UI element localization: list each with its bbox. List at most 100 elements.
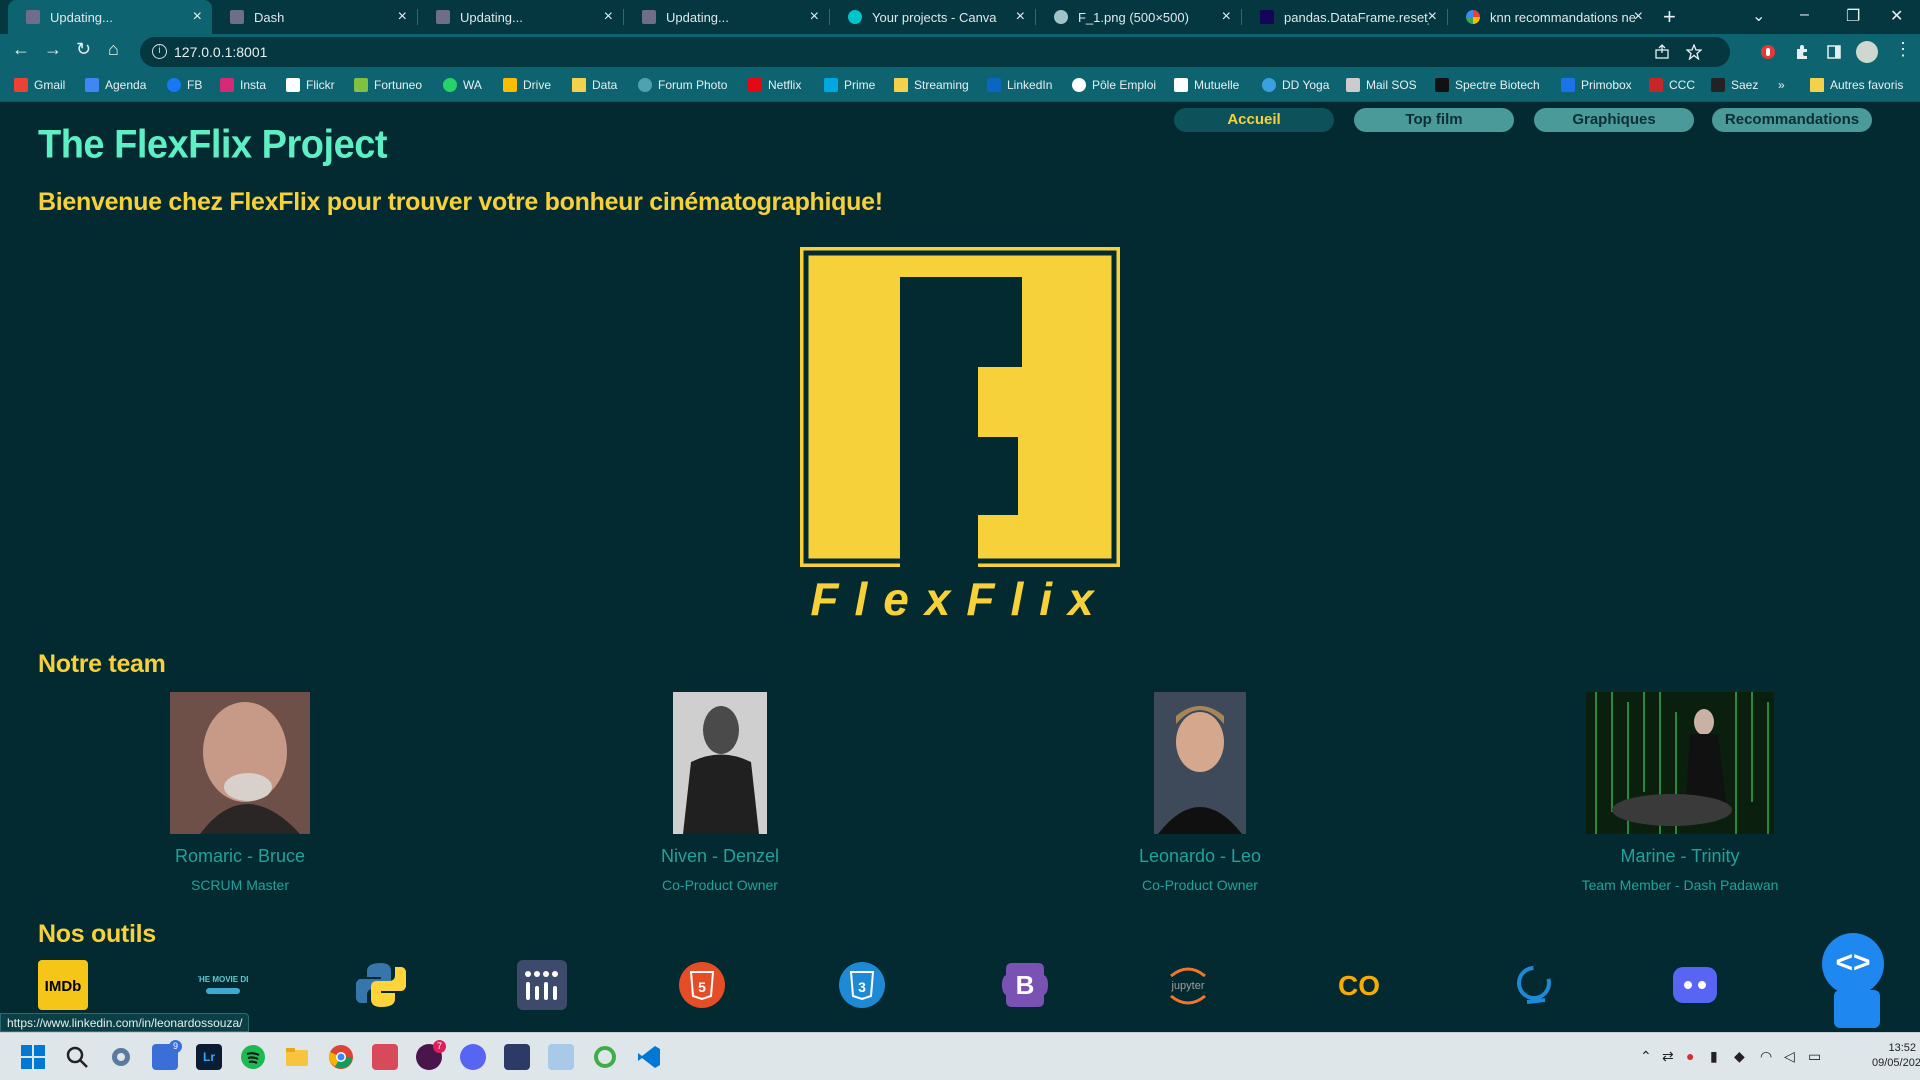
bookmark-data[interactable]: Data (572, 78, 617, 92)
bookmark-mutuelle[interactable]: Mutuelle (1174, 78, 1239, 92)
browser-tab[interactable]: knn recommandations ne × (1448, 0, 1653, 34)
bootstrap-icon[interactable]: B (1000, 960, 1050, 1010)
avatar[interactable] (1856, 41, 1878, 63)
bookmark-pole-emploi[interactable]: Pôle Emploi (1072, 78, 1156, 92)
bookmark-streaming[interactable]: Streaming (894, 78, 969, 92)
wifi-icon[interactable]: ◠ (1760, 1048, 1772, 1065)
taskbar-clock[interactable]: 13:52 09/05/2022 (1872, 1041, 1920, 1071)
vscode-icon[interactable] (636, 1044, 662, 1070)
menu-icon[interactable]: ⋮ (1894, 39, 1912, 60)
bookmark-flickr[interactable]: Flickr (286, 78, 335, 92)
bookmark-forum-photo[interactable]: Forum Photo (638, 78, 727, 92)
browser-tab[interactable]: pandas.DataFrame.reset_in × (1242, 0, 1447, 34)
window-close-icon[interactable]: ✕ (1890, 6, 1903, 26)
reload-icon[interactable]: ↻ (76, 39, 91, 60)
extension-red-icon[interactable] (1760, 44, 1776, 60)
tray-bars-icon[interactable]: ▮ (1710, 1048, 1718, 1065)
sql-icon[interactable] (504, 1044, 530, 1070)
search-icon[interactable] (64, 1044, 90, 1070)
nav-accueil[interactable]: Accueil (1174, 108, 1334, 132)
plotly-icon[interactable] (517, 960, 567, 1010)
css3-icon[interactable]: 3 (837, 960, 887, 1010)
bookmark-insta[interactable]: Insta (220, 78, 266, 92)
bookmark-wa[interactable]: WA (443, 78, 482, 92)
close-icon[interactable]: × (193, 8, 202, 26)
tray-dropbox-icon[interactable]: ◆ (1734, 1048, 1745, 1065)
browser-tab[interactable]: Updating... × (624, 0, 829, 34)
bookmark-fortuneo[interactable]: Fortuneo (354, 78, 422, 92)
imdb-icon[interactable]: IMDb (38, 960, 88, 1010)
home-icon[interactable]: ⌂ (108, 39, 119, 60)
snowflake-icon[interactable] (548, 1044, 574, 1070)
minimize-icon[interactable]: – (1800, 6, 1809, 24)
sidepanel-icon[interactable] (1826, 44, 1842, 60)
forward-icon[interactable]: → (44, 39, 62, 60)
browser-tab[interactable]: F_1.png (500×500) × (1036, 0, 1241, 34)
close-icon[interactable]: × (1016, 8, 1025, 26)
tmdb-icon[interactable]: THE MOVIE DB (198, 960, 248, 1010)
bookmark-spectre-biotech[interactable]: Spectre Biotech (1435, 78, 1540, 92)
info-icon[interactable]: i (152, 44, 167, 59)
bookmark-other-favorites[interactable]: Autres favoris (1810, 78, 1903, 92)
bookmark-drive[interactable]: Drive (503, 78, 551, 92)
browser-tab[interactable]: Your projects - Canva × (830, 0, 1035, 34)
tray-chevron-icon[interactable]: ⌃ (1640, 1048, 1652, 1065)
battery-icon[interactable]: ▭ (1808, 1048, 1821, 1065)
python-icon[interactable] (356, 960, 406, 1010)
bookmark-ccc[interactable]: CCC (1649, 78, 1695, 92)
address-bar[interactable]: i 127.0.0.1:8001 (140, 37, 1730, 67)
nav-top-film[interactable]: Top film (1354, 108, 1514, 132)
file-explorer-icon[interactable] (284, 1044, 310, 1070)
share-icon[interactable] (1654, 44, 1670, 60)
browser-tab[interactable]: Dash × (212, 0, 417, 34)
browser-tab[interactable]: Updating... × (8, 0, 212, 34)
bookmark-mail-sos[interactable]: Mail SOS (1346, 78, 1417, 92)
nav-recommandations[interactable]: Recommandations (1712, 108, 1872, 132)
app-green-ring-icon[interactable] (592, 1044, 618, 1070)
discord-icon[interactable] (1670, 960, 1720, 1010)
bookmark-agenda[interactable]: Agenda (85, 78, 146, 92)
chrome-icon[interactable] (328, 1044, 354, 1070)
close-icon[interactable]: × (1428, 8, 1437, 26)
back-icon[interactable]: ← (12, 39, 30, 60)
slack-icon[interactable]: 7 (416, 1040, 446, 1070)
app-red-icon[interactable] (372, 1044, 398, 1070)
tab-search-icon[interactable]: ⌄ (1752, 6, 1765, 26)
close-icon[interactable]: × (810, 8, 819, 26)
tray-sync-icon[interactable]: ⇄ (1662, 1048, 1674, 1065)
close-icon[interactable]: × (604, 8, 613, 26)
settings-icon[interactable] (108, 1044, 134, 1070)
nav-graphiques[interactable]: Graphiques (1534, 108, 1694, 132)
html5-icon[interactable]: 5 (677, 960, 727, 1010)
bookmark-saez[interactable]: Saez (1711, 78, 1758, 92)
bookmark-netflix[interactable]: Netflix (748, 78, 801, 92)
volume-icon[interactable]: ◁ (1784, 1048, 1795, 1065)
bookmark-fb[interactable]: FB (167, 78, 202, 92)
windows-taskbar: 9 Lr 7 ⌃ ⇄ ● ▮ ◆ ◠ ◁ ▭ 13:52 09/05/2022 (0, 1032, 1920, 1080)
colab-icon[interactable]: CO (1334, 960, 1384, 1010)
bookmark-gmail[interactable]: Gmail (14, 78, 65, 92)
teams-icon[interactable]: 9 (152, 1040, 182, 1070)
close-icon[interactable]: × (398, 8, 407, 26)
bookmark-linkedin[interactable]: LinkedIn (987, 78, 1052, 92)
browser-tab[interactable]: Updating... × (418, 0, 623, 34)
jupyter-icon[interactable]: jupyter (1163, 960, 1213, 1010)
new-tab-button[interactable]: + (1663, 4, 1676, 30)
bookmark-dd-yoga[interactable]: DD Yoga (1262, 78, 1329, 92)
discord-taskbar-icon[interactable] (460, 1044, 486, 1070)
bookmark-primobox[interactable]: Primobox (1561, 78, 1632, 92)
debug-menu-button[interactable]: <> (1822, 933, 1884, 995)
spotify-icon[interactable] (240, 1044, 266, 1070)
bookmark-prime[interactable]: Prime (824, 78, 875, 92)
reload-icon[interactable] (1509, 960, 1559, 1010)
close-icon[interactable]: × (1222, 8, 1231, 26)
bookmark-label: CCC (1669, 78, 1695, 92)
restore-icon[interactable]: ❐ (1846, 6, 1860, 26)
puzzle-icon[interactable] (1794, 44, 1810, 60)
close-icon[interactable]: × (1634, 8, 1643, 26)
tray-app-icon[interactable]: ● (1686, 1048, 1694, 1064)
lightroom-icon[interactable]: Lr (196, 1044, 222, 1070)
windows-start-icon[interactable] (20, 1044, 46, 1070)
bookmarks-overflow[interactable]: » (1778, 78, 1785, 92)
star-icon[interactable] (1686, 44, 1702, 60)
